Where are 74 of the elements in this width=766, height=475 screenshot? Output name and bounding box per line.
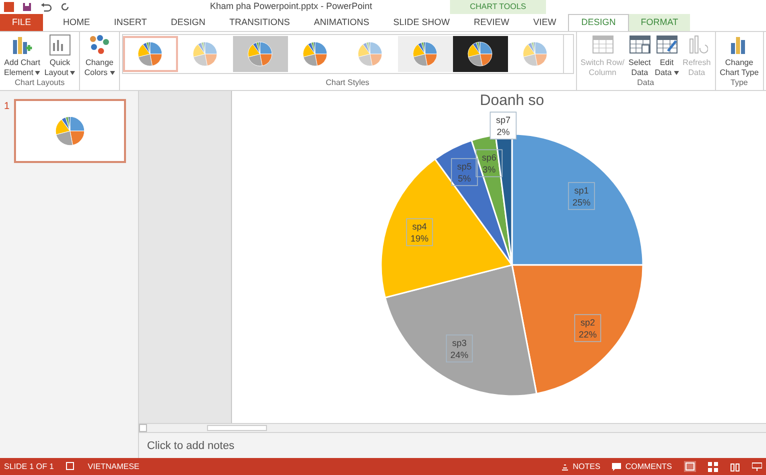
normal-view-icon[interactable]: [684, 461, 696, 472]
data-label[interactable]: sp4 19%: [406, 218, 433, 246]
proofing-icon[interactable]: [66, 462, 76, 471]
pie-thumbnail-icon: [245, 39, 276, 69]
slide-count: SLIDE 1 OF 1: [4, 460, 54, 472]
horizontal-scrollbar[interactable]: [139, 423, 766, 432]
data-label: 22%: [578, 330, 597, 340]
data-label[interactable]: sp7 2%: [490, 112, 517, 140]
undo-icon[interactable]: [40, 2, 52, 12]
group-label: Data: [636, 78, 656, 89]
table-icon: [656, 34, 678, 56]
ribbon-tab[interactable]: VIEW: [521, 14, 568, 31]
slice-label: sp7: [496, 115, 510, 126]
reading-view-icon[interactable]: [730, 462, 740, 472]
data-label: 24%: [450, 350, 468, 360]
notes-field[interactable]: Click to add notes: [139, 432, 766, 458]
ribbon-tab[interactable]: HOME: [51, 14, 102, 31]
chart-style-option[interactable]: [452, 36, 508, 72]
layout-icon: [48, 34, 71, 56]
window-title: Kham pha Powerpoint.pptx - PowerPoint: [210, 0, 372, 14]
slice-label: sp5: [457, 162, 472, 172]
ribbon-tab[interactable]: TRANSITIONS: [217, 14, 302, 31]
ribbon-button[interactable]: Select Data: [626, 34, 653, 78]
data-label: 5%: [458, 174, 471, 184]
ribbon-tab[interactable]: SLIDE SHOW: [381, 14, 462, 31]
ribbon-tab[interactable]: INSERT: [102, 14, 159, 31]
notes-icon: [560, 462, 569, 470]
data-label[interactable]: sp6 3%: [476, 149, 503, 178]
group-label: Chart Layouts: [14, 78, 66, 89]
group-label: Type: [730, 78, 749, 89]
data-label: 19%: [410, 234, 429, 244]
data-label[interactable]: sp3 24%: [446, 334, 473, 362]
pie-thumbnail-icon: [410, 39, 440, 69]
ribbon-tab[interactable]: REVIEW: [462, 14, 522, 31]
slice-label: sp1: [574, 186, 589, 196]
ribbon-button[interactable]: Change Chart Type: [718, 34, 761, 78]
ribbon-button[interactable]: Change Colors: [82, 34, 117, 78]
ribbon-tab[interactable]: FORMAT: [628, 14, 690, 31]
slice-label: sp3: [452, 338, 467, 348]
slide-number: 1: [4, 100, 10, 114]
chart-title: Doanh so: [480, 92, 544, 109]
app-logo-icon: [4, 2, 14, 12]
redo-icon[interactable]: [60, 2, 70, 12]
contextual-tab-label: CHART TOOLS: [450, 0, 546, 14]
slice-label: sp2: [580, 318, 595, 328]
comment-icon: [612, 462, 622, 470]
data-label: 25%: [572, 198, 590, 208]
add-chart-icon: [11, 34, 34, 56]
scroll-left-icon[interactable]: [139, 424, 147, 432]
slice-label: sp6: [482, 152, 496, 163]
ribbon-button[interactable]: Quick Layout: [42, 34, 78, 78]
grid-view-icon[interactable]: [708, 462, 718, 472]
slice-label: sp4: [412, 222, 427, 232]
data-label: 2%: [496, 127, 510, 138]
table-icon: [592, 34, 614, 56]
data-label[interactable]: sp2 22%: [574, 314, 602, 342]
pie-thumbnail-icon: [465, 39, 496, 69]
color-dots-icon: [88, 34, 110, 56]
slide-thumbnail[interactable]: [14, 99, 126, 163]
data-label: 3%: [482, 164, 496, 175]
group-label: Chart Styles: [324, 78, 370, 89]
comments-button[interactable]: COMMENTS: [612, 460, 672, 472]
save-icon[interactable]: [22, 2, 32, 12]
ribbon-tab[interactable]: DESIGN: [568, 14, 629, 31]
notes-button[interactable]: NOTES: [560, 460, 600, 472]
ribbon-button[interactable]: Add Chart Element: [2, 34, 42, 78]
data-label[interactable]: sp1 25%: [568, 182, 595, 210]
table-icon: [628, 34, 651, 56]
ribbon-tab[interactable]: ANIMATIONS: [302, 14, 382, 31]
ribbon-button[interactable]: Edit Data: [652, 34, 681, 78]
ribbon-tab[interactable]: DESIGN: [158, 14, 218, 31]
language-label[interactable]: VIETNAMESE: [88, 460, 140, 472]
ribbon-tab[interactable]: FILE: [0, 14, 44, 31]
slideshow-icon[interactable]: [752, 462, 762, 472]
